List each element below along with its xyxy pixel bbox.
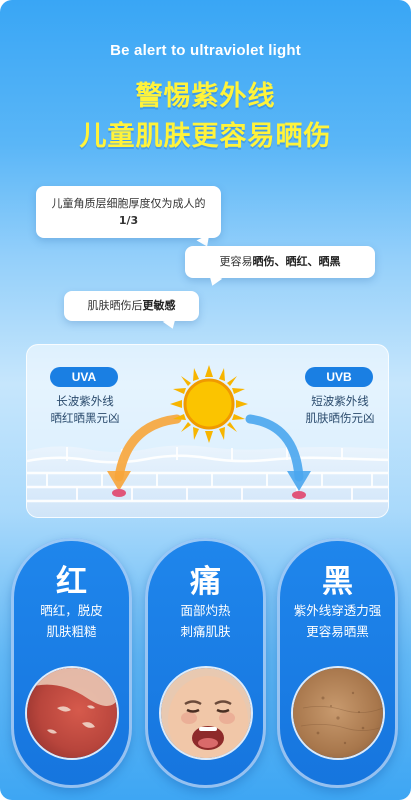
crying-child-photo [159,666,253,760]
card-desc-line1: 紫外线穿透力强 [293,603,382,618]
uva-description: 长波紫外线 晒红晒黑元凶 [45,393,125,427]
bubble-bold-text: 更敏感 [142,299,176,312]
card-title: 痛 [190,564,221,600]
skin-layer-diagram: UVA 长波紫外线 晒红晒黑元凶 UVB 短波紫外线 肌肤晒伤元凶 [26,344,389,518]
sun-icon [170,365,248,443]
card-pain: 痛 面部灼热 刺痛肌肤 [145,538,266,788]
chinese-title-line2: 儿童肌肤更容易晒伤 [79,121,332,152]
card-desc-line2: 刺痛肌肤 [180,624,231,639]
bubble-text: 更容易 [219,255,253,268]
card-tanning: 黑 紫外线穿透力强 更容易晒黑 [277,538,398,788]
card-title: 红 [56,564,87,600]
speech-bubble-stratum-thickness: 儿童角质层细胞厚度仅为成人的 1/3 [36,186,221,250]
bubble-bold-text: 晒伤、晒红、晒黑 [252,255,341,268]
bubble-tail [205,273,223,289]
speech-bubble-burn-risk: 更容易晒伤、晒红、晒黑 [185,246,375,289]
uva-badge: UVA [50,367,118,387]
uva-desc-line1: 长波紫外线 [56,394,114,408]
uva-damage-spot [112,489,126,497]
card-description: 面部灼热 刺痛肌肤 [145,600,266,642]
uva-desc-line2: 晒红晒黑元凶 [50,411,120,425]
chinese-title-line1: 警惕紫外线 [135,81,276,112]
card-description: 紫外线穿透力强 更容易晒黑 [277,600,398,642]
uvb-badge: UVB [305,367,373,387]
bubble-tail [162,316,180,332]
card-description: 晒红，脱皮 肌肤粗糙 [11,600,132,642]
card-desc-line1: 晒红，脱皮 [40,603,103,618]
speech-bubble-sensitivity: 肌肤晒伤后更敏感 [64,291,199,332]
english-title: Be alert to ultraviolet light [110,42,301,59]
bubble-text: 肌肤晒伤后 [87,299,143,312]
card-desc-line2: 肌肤粗糙 [46,624,97,639]
card-title: 黑 [322,564,353,600]
bubble-text-line1: 儿童角质层细胞厚度仅为成人的 [51,197,206,210]
card-desc-line2: 更容易晒黑 [306,624,369,639]
card-desc-line1: 面部灼热 [180,603,231,618]
bubble-text-line2: 1/3 [118,214,139,227]
sunburned-skin-photo [25,666,119,760]
uvb-desc-line1: 短波紫外线 [311,394,369,408]
uvb-description: 短波紫外线 肌肤晒伤元凶 [298,393,382,427]
uv-warning-page: Be alert to ultraviolet light 警惕紫外线 儿童肌肤… [0,0,411,800]
uvb-damage-spot [292,491,306,499]
tanned-skin-photo [291,666,385,760]
card-redness: 红 晒红，脱皮 肌肤粗糙 [11,538,132,788]
uvb-desc-line2: 肌肤晒伤元凶 [305,411,375,425]
